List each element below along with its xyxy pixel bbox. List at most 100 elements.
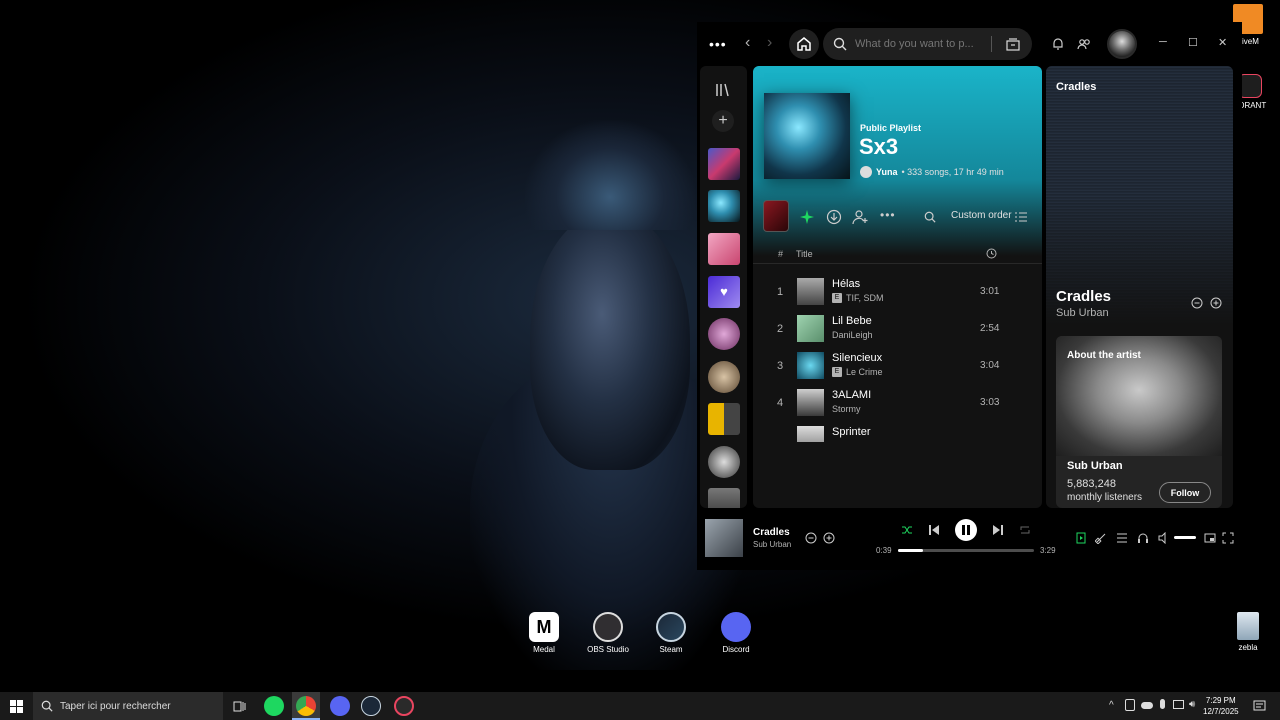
sort-button[interactable]: Custom order — [951, 210, 1012, 221]
shuffle-icon[interactable] — [901, 524, 913, 536]
add-user-icon[interactable] — [852, 209, 868, 225]
col-num: # — [778, 249, 784, 259]
more-options-icon[interactable]: ••• — [880, 208, 896, 222]
onedrive-icon[interactable] — [1141, 702, 1153, 709]
remove-icon[interactable] — [805, 532, 817, 544]
track-list-header: # Title — [753, 246, 1042, 264]
follow-button[interactable]: Follow — [1159, 482, 1211, 503]
search-input[interactable] — [855, 38, 1005, 50]
browse-icon[interactable] — [1006, 37, 1020, 51]
library-item[interactable] — [708, 233, 740, 265]
network-icon[interactable] — [1173, 700, 1184, 709]
now-playing-artist[interactable]: Sub Urban — [753, 540, 791, 549]
tray-icon[interactable] — [1125, 699, 1135, 711]
about-artist-card[interactable]: About the artist Sub Urban 5,883,248 mon… — [1056, 336, 1222, 508]
repeat-icon[interactable] — [1019, 524, 1031, 536]
desktop-icon-recycle-bin[interactable]: zebla — [1216, 612, 1280, 652]
miniplayer-icon[interactable] — [1204, 532, 1216, 544]
windows-start-icon[interactable] — [10, 700, 23, 713]
table-row[interactable]: Sprinter — [753, 422, 1042, 442]
track-artist[interactable]: DaniLeigh — [832, 330, 873, 340]
library-item[interactable] — [708, 148, 740, 180]
taskbar-app[interactable] — [394, 696, 414, 716]
table-row[interactable]: 2 Lil Bebe DaniLeigh 2:54 — [753, 311, 1042, 347]
add-icon[interactable] — [823, 532, 835, 544]
track-title[interactable]: Hélas — [832, 278, 860, 290]
library-item[interactable] — [708, 190, 740, 222]
panel-artist[interactable]: Sub Urban — [1056, 307, 1109, 319]
download-icon[interactable] — [826, 209, 842, 225]
fullscreen-icon[interactable] — [1222, 532, 1234, 544]
table-row[interactable]: 1 Hélas E TIF, SDM 3:01 — [753, 274, 1042, 310]
create-playlist-button[interactable]: + — [712, 110, 734, 132]
desktop-icon-medal[interactable]: M Medal — [512, 612, 576, 654]
connect-device-icon[interactable] — [1137, 532, 1149, 544]
track-artist[interactable]: TIF, SDM — [846, 293, 884, 303]
library-item[interactable] — [708, 318, 740, 350]
preview-thumb[interactable] — [763, 200, 789, 232]
notification-icon[interactable] — [1253, 700, 1266, 713]
minimize-button[interactable]: ─ — [1159, 36, 1167, 48]
task-view-icon[interactable] — [233, 700, 246, 713]
playlist-owner[interactable]: Yuna — [876, 167, 898, 177]
taskbar-steam[interactable] — [361, 696, 381, 716]
library-icon[interactable] — [715, 82, 731, 98]
library-item[interactable] — [708, 361, 740, 393]
track-title[interactable]: Sprinter — [832, 426, 871, 438]
table-row[interactable]: 3 Silencieux E Le Crime 3:04 — [753, 348, 1042, 384]
search-in-playlist-icon[interactable] — [924, 211, 936, 223]
library-item[interactable] — [708, 403, 740, 435]
more-icon[interactable]: ••• — [709, 36, 727, 52]
pause-button[interactable] — [955, 519, 977, 541]
liked-songs-item[interactable]: ♥ — [708, 276, 740, 308]
library-item[interactable] — [708, 488, 740, 508]
library-item[interactable] — [708, 446, 740, 478]
tray-chevron-icon[interactable]: ^ — [1109, 700, 1114, 711]
track-thumb — [797, 278, 824, 305]
next-icon[interactable] — [992, 524, 1004, 536]
track-title[interactable]: Lil Bebe — [832, 315, 872, 327]
link-icon[interactable] — [1095, 532, 1107, 544]
taskbar-chrome-active[interactable] — [292, 692, 320, 720]
panel-song-title[interactable]: Cradles — [1056, 288, 1111, 305]
playlist-cover[interactable] — [764, 93, 850, 179]
track-title[interactable]: 3ALAMI — [832, 389, 871, 401]
taskbar-search[interactable]: Taper ici pour rechercher — [33, 692, 223, 720]
maximize-button[interactable]: ☐ — [1188, 36, 1198, 49]
desktop-icon-discord[interactable]: Discord — [704, 612, 768, 654]
list-view-icon[interactable] — [1015, 211, 1027, 223]
back-icon[interactable]: ‹ — [745, 34, 750, 52]
now-playing-thumb[interactable] — [705, 519, 743, 557]
queue-icon[interactable] — [1116, 532, 1128, 544]
track-artist[interactable]: Stormy — [832, 404, 861, 414]
track-artist[interactable]: Le Crime — [846, 367, 883, 377]
col-title[interactable]: Title — [796, 249, 813, 259]
now-playing-title[interactable]: Cradles — [753, 527, 790, 538]
remove-icon[interactable] — [1191, 297, 1203, 309]
home-button[interactable] — [789, 29, 819, 59]
track-duration: 3:04 — [980, 360, 1000, 371]
volume-slider[interactable] — [1174, 536, 1196, 539]
previous-icon[interactable] — [928, 524, 940, 536]
bell-icon[interactable] — [1051, 37, 1065, 51]
taskbar-discord[interactable] — [330, 696, 350, 716]
system-clock[interactable]: 7:29 PM 12/7/2025 — [1203, 695, 1239, 717]
forward-icon[interactable]: › — [767, 34, 772, 52]
add-icon[interactable] — [1210, 297, 1222, 309]
obs-icon — [593, 612, 623, 642]
desktop-icon-obs[interactable]: OBS Studio — [576, 612, 640, 654]
friends-icon[interactable] — [1077, 37, 1091, 51]
volume-icon[interactable] — [1158, 532, 1170, 544]
speaker-icon[interactable]: 🔊︎ — [1189, 699, 1195, 710]
track-title[interactable]: Silencieux — [832, 352, 882, 364]
microphone-icon[interactable] — [1160, 699, 1165, 709]
taskbar-spotify[interactable] — [264, 696, 284, 716]
desktop-icon-steam[interactable]: Steam — [639, 612, 703, 654]
table-row[interactable]: 4 3ALAMI Stormy 3:03 — [753, 385, 1042, 421]
enhance-icon[interactable] — [799, 209, 815, 225]
now-playing-view-icon[interactable] — [1076, 532, 1086, 544]
close-button[interactable]: ✕ — [1218, 36, 1227, 49]
search-bar[interactable] — [823, 28, 1032, 60]
user-avatar[interactable] — [1107, 29, 1137, 59]
progress-bar[interactable] — [898, 549, 1034, 552]
